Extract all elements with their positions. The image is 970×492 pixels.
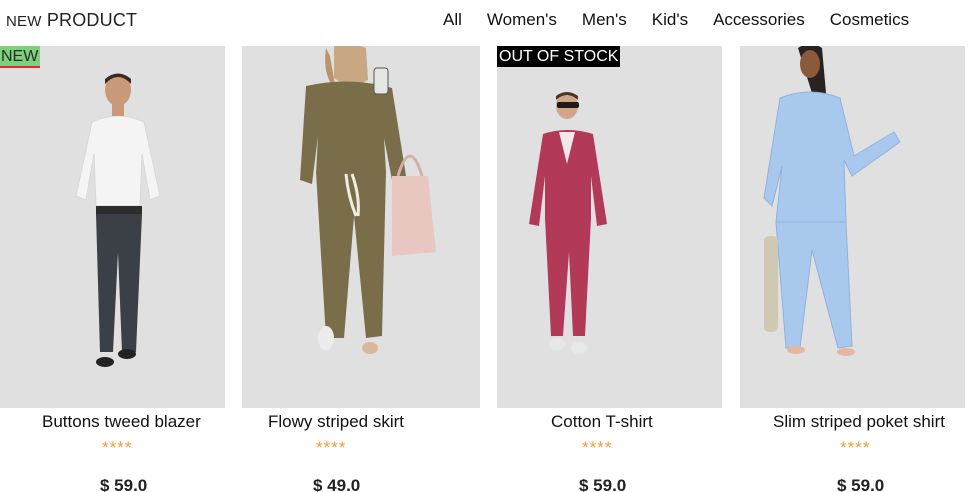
man-white-shirt-figure bbox=[75, 73, 161, 367]
product-name[interactable]: Cotton T-shirt bbox=[551, 412, 653, 432]
product-image[interactable] bbox=[740, 46, 965, 408]
product-price: $ 59.0 bbox=[579, 476, 627, 492]
product-image[interactable]: OUT OF STOCK bbox=[497, 46, 722, 408]
nav-cosmetics[interactable]: Cosmetics bbox=[830, 10, 909, 30]
nav-kids[interactable]: Kid's bbox=[652, 10, 688, 30]
out-of-stock-badge: OUT OF STOCK bbox=[497, 46, 621, 67]
new-badge: NEW bbox=[0, 46, 41, 68]
rating-stars: **** bbox=[316, 438, 347, 457]
product-price: $ 59.0 bbox=[100, 476, 148, 492]
product-image[interactable]: NEW bbox=[0, 46, 225, 408]
product-name[interactable]: Buttons tweed blazer bbox=[42, 412, 201, 432]
product-name[interactable]: Flowy striped skirt bbox=[268, 412, 404, 432]
nav-womens[interactable]: Women's bbox=[487, 10, 557, 30]
rating-stars: **** bbox=[102, 438, 133, 457]
logo-main: PRODUCT bbox=[46, 10, 138, 30]
logo-prefix: NEW bbox=[6, 13, 42, 30]
product-name[interactable]: Slim striped poket shirt bbox=[773, 412, 945, 432]
product-price: $ 49.0 bbox=[313, 476, 361, 492]
category-nav: All Women's Men's Kid's Accessories Cosm… bbox=[443, 10, 909, 30]
nav-mens[interactable]: Men's bbox=[582, 10, 627, 30]
product-price: $ 59.0 bbox=[837, 476, 885, 492]
rating-stars: **** bbox=[840, 438, 871, 457]
site-header: NEW PRODUCT All Women's Men's Kid's Acce… bbox=[0, 0, 970, 40]
woman-blue-jumpsuit-figure bbox=[763, 46, 901, 356]
nav-all[interactable]: All bbox=[443, 10, 462, 30]
product-image[interactable] bbox=[242, 46, 480, 408]
woman-olive-loungewear-figure bbox=[300, 46, 436, 354]
rating-stars: **** bbox=[582, 438, 613, 457]
nav-accessories[interactable]: Accessories bbox=[713, 10, 805, 30]
man-burgundy-suit-figure bbox=[529, 92, 607, 354]
site-logo[interactable]: NEW PRODUCT bbox=[6, 10, 137, 31]
